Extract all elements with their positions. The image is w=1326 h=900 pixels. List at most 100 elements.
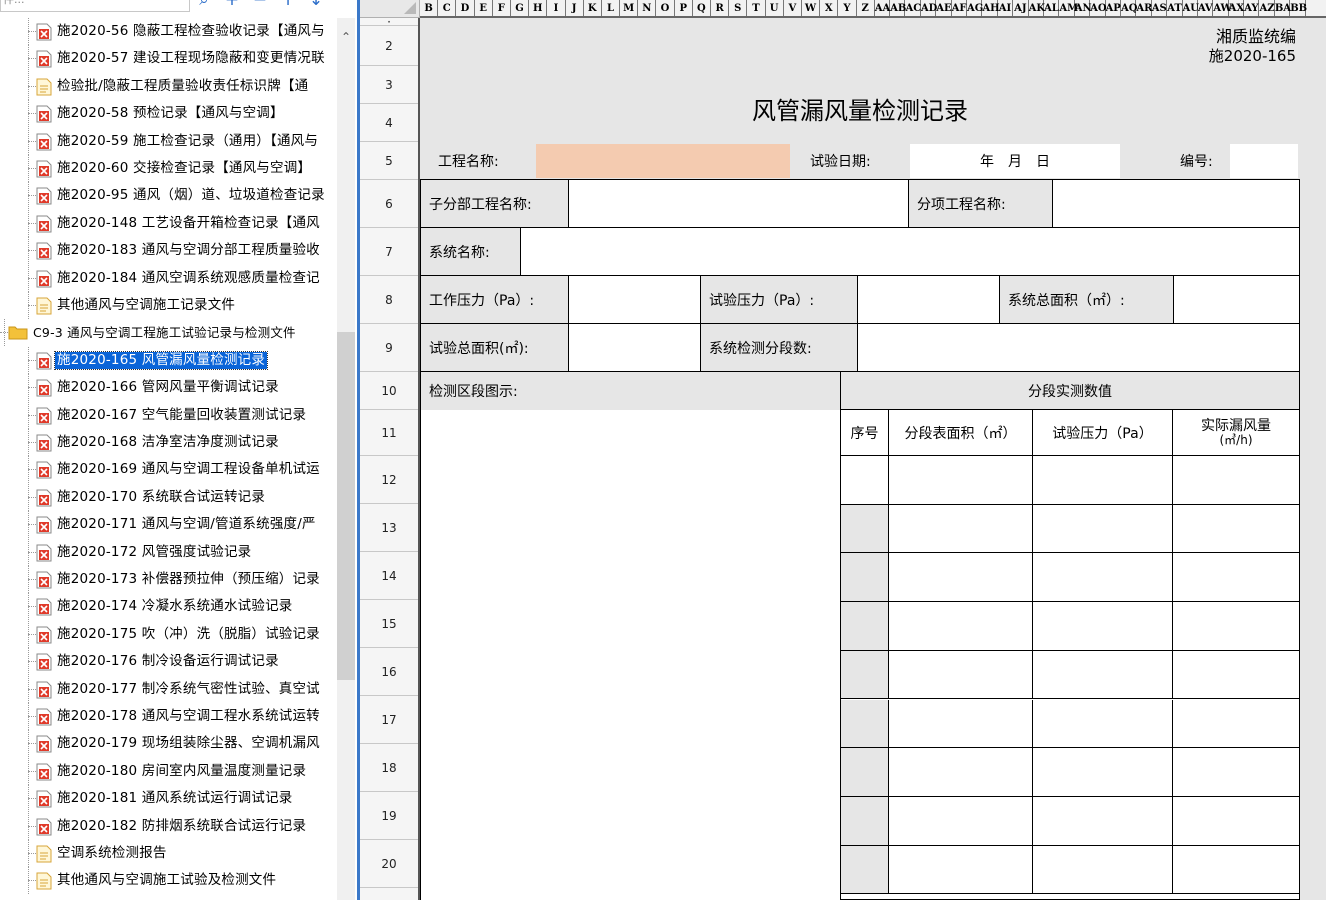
row-index-cell[interactable] — [841, 504, 889, 554]
column-header[interactable]: P — [675, 0, 693, 16]
column-header[interactable]: AO — [1090, 0, 1107, 16]
column-header[interactable]: AI — [998, 0, 1014, 16]
tree-item[interactable]: 施2020-172 风管强度试验记录 — [0, 538, 336, 566]
column-header[interactable]: AE — [936, 0, 952, 16]
segments-field[interactable] — [858, 324, 1299, 372]
column-header[interactable]: S — [729, 0, 748, 16]
system-area-field[interactable] — [1174, 276, 1299, 324]
segment-area-cell[interactable] — [889, 748, 1033, 797]
column-header[interactable]: AF — [952, 0, 968, 16]
row-index-cell[interactable] — [841, 602, 889, 651]
segment-area-cell[interactable] — [889, 602, 1033, 651]
tree-item[interactable]: 施2020-58 预检记录【通风与空调】 — [0, 100, 336, 128]
tree-item[interactable]: 施2020-178 通风与空调工程水系统试运转 — [0, 703, 336, 730]
segment-pressure-cell[interactable] — [1033, 504, 1173, 554]
row-header[interactable]: 7 — [360, 228, 418, 276]
tree-item[interactable]: 施2020-57 建设工程现场隐蔽和变更情况联 — [0, 45, 336, 73]
column-header[interactable]: T — [747, 0, 766, 16]
row-header[interactable]: 6 — [360, 180, 418, 228]
tree-item[interactable]: 施2020-166 管网风量平衡调试记录 — [0, 374, 336, 402]
column-header[interactable]: AC — [905, 0, 921, 16]
row-header[interactable]: 11 — [360, 410, 418, 456]
row-index-cell[interactable] — [841, 748, 889, 797]
row-header[interactable]: 20 — [360, 840, 418, 888]
arrow-down-icon[interactable]: ↓ — [308, 0, 324, 12]
segment-pressure-cell[interactable] — [1033, 699, 1173, 749]
segment-pressure-cell[interactable] — [1033, 456, 1173, 505]
plus-icon[interactable]: + — [224, 0, 240, 12]
tree-search-input[interactable]: 件... — [0, 0, 190, 12]
column-header[interactable]: E — [475, 0, 493, 16]
row-index-cell[interactable] — [841, 699, 889, 749]
column-header[interactable]: AB — [890, 0, 906, 16]
leak-rate-cell[interactable] — [1173, 796, 1299, 846]
column-header[interactable]: AK — [1029, 0, 1045, 16]
row-header[interactable]: 18 — [360, 744, 418, 792]
tree-item[interactable]: 施2020-182 防排烟系统联合试运行记录 — [0, 812, 336, 840]
column-header[interactable]: Y — [838, 0, 857, 16]
tree-item[interactable]: 施2020-170 系统联合试运转记录 — [0, 483, 336, 511]
column-header[interactable]: AZ — [1259, 0, 1275, 16]
column-header[interactable]: W — [802, 0, 821, 16]
column-header[interactable]: AU — [1183, 0, 1199, 16]
tree-item[interactable]: 施2020-148 工艺设备开箱检查记录【通风 — [0, 209, 336, 237]
working-pressure-field[interactable] — [569, 276, 701, 324]
tree-item[interactable]: 施2020-60 交接检查记录【通风与空调】 — [0, 155, 336, 182]
tree-item[interactable]: 其他通风与空调施工试验及检测文件 — [0, 867, 336, 895]
column-header[interactable]: C — [438, 0, 457, 16]
column-header[interactable]: L — [602, 0, 621, 16]
leak-rate-cell[interactable] — [1173, 845, 1299, 895]
column-header[interactable]: AR — [1136, 0, 1152, 16]
column-header[interactable]: F — [493, 0, 511, 16]
column-header[interactable]: B — [420, 0, 439, 16]
column-header[interactable]: G — [511, 0, 530, 16]
tree-item[interactable]: 施2020-174 冷凝水系统通水试验记录 — [0, 593, 336, 621]
row-header[interactable]: 5 — [360, 142, 418, 180]
column-header[interactable]: AV — [1198, 0, 1214, 16]
tree-item[interactable]: 施2020-183 通风与空调分部工程质量验收 — [0, 237, 336, 265]
column-header[interactable]: J — [566, 0, 584, 16]
row-index-cell[interactable] — [841, 845, 889, 895]
row-header[interactable]: 3 — [360, 66, 418, 104]
row-index-cell[interactable] — [841, 650, 889, 700]
test-pressure-field[interactable] — [858, 276, 1000, 324]
column-header[interactable]: AJ — [1013, 0, 1029, 16]
column-header[interactable]: I — [547, 0, 566, 16]
column-header[interactable]: BB — [1290, 0, 1307, 16]
minus-icon[interactable]: − — [252, 0, 268, 12]
leak-rate-cell[interactable] — [1173, 456, 1299, 505]
segment-area-cell[interactable] — [889, 650, 1033, 700]
column-header[interactable]: H — [529, 0, 548, 16]
tree-item[interactable]: 施2020-169 通风与空调工程设备单机试运 — [0, 456, 336, 484]
column-header[interactable]: AG — [967, 0, 983, 16]
column-header[interactable]: R — [711, 0, 730, 16]
tree-item[interactable]: 施2020-179 现场组装除尘器、空调机漏风 — [0, 730, 336, 758]
column-header[interactable]: AY — [1244, 0, 1260, 16]
tree-item[interactable]: 空调系统检测报告 — [0, 840, 336, 867]
row-header[interactable]: 12 — [360, 456, 418, 504]
column-header[interactable]: O — [656, 0, 675, 16]
column-header[interactable]: X — [820, 0, 839, 16]
segment-pressure-cell[interactable] — [1033, 748, 1173, 797]
row-header[interactable]: 16 — [360, 648, 418, 696]
tree-item[interactable]: 其他通风与空调施工记录文件 — [0, 292, 336, 319]
number-field[interactable] — [1230, 144, 1298, 178]
column-header[interactable]: AA — [875, 0, 890, 16]
project-name-field[interactable] — [536, 144, 790, 178]
leak-rate-cell[interactable] — [1173, 553, 1299, 603]
tree-item[interactable]: 施2020-175 吹（冲）洗（脱脂）试验记录 — [0, 620, 336, 648]
row-index-cell[interactable] — [841, 553, 889, 603]
row-header[interactable]: 9 — [360, 324, 418, 372]
leak-rate-cell[interactable] — [1173, 748, 1299, 797]
tree-item[interactable]: 施2020-59 施工检查记录（通用）【通风与 — [0, 127, 336, 155]
column-header[interactable]: K — [584, 0, 602, 16]
leak-rate-cell[interactable] — [1173, 699, 1299, 749]
subdivision-field[interactable] — [569, 180, 909, 228]
column-header[interactable]: Q — [693, 0, 711, 16]
segment-pressure-cell[interactable] — [1033, 650, 1173, 700]
row-header[interactable]: 2 — [360, 26, 418, 66]
segment-pressure-cell[interactable] — [1033, 845, 1173, 895]
row-header[interactable]: 14 — [360, 552, 418, 600]
column-header[interactable]: AQ — [1121, 0, 1137, 16]
row-index-cell[interactable] — [841, 456, 889, 505]
